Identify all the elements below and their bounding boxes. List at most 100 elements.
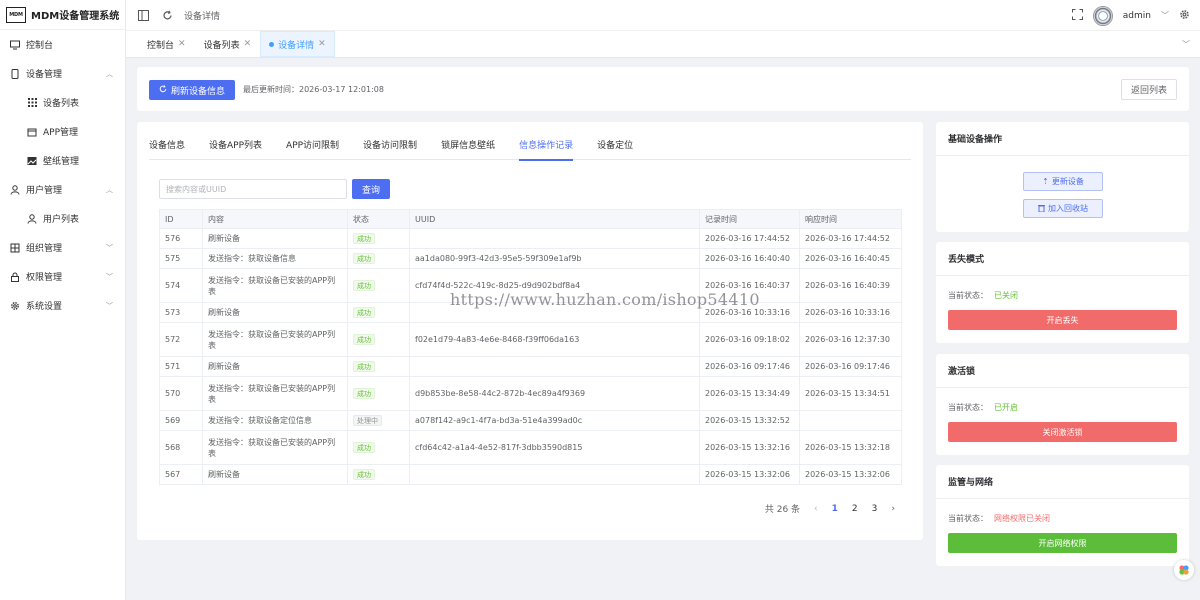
tab-device-detail[interactable]: 设备详情 ✕ bbox=[260, 31, 335, 57]
sidebar-item-device-mgmt[interactable]: 设备管理 ︿ bbox=[0, 59, 125, 88]
cell-recorded: 2026-03-16 17:44:52 bbox=[699, 228, 800, 249]
network-card: 监管与网络 当前状态： 网络权限已关闭 开启网络权限 bbox=[936, 465, 1189, 566]
assistant-icon[interactable] bbox=[1174, 560, 1194, 580]
sidebar-item-label: 壁纸管理 bbox=[43, 157, 80, 167]
chevron-down-icon[interactable]: ﹀ bbox=[1161, 10, 1169, 21]
user-name[interactable]: admin bbox=[1123, 11, 1151, 21]
trash-icon bbox=[1038, 204, 1045, 214]
tab-lockscreen[interactable]: 锁屏信息壁纸 bbox=[429, 138, 507, 160]
sidebar-item-user-list[interactable]: 用户列表 bbox=[0, 204, 125, 233]
page-1[interactable]: 1 bbox=[832, 504, 838, 514]
col-header-id: ID bbox=[159, 209, 203, 229]
refresh-device-button[interactable]: 刷新设备信息 bbox=[149, 80, 236, 100]
avatar[interactable] bbox=[1092, 5, 1113, 26]
cell-uuid: f02e1d79-4a83-4e6e-8468-f39ff06da163 bbox=[409, 322, 700, 357]
cell-id: 569 bbox=[159, 410, 203, 431]
card-title: 激活锁 bbox=[936, 354, 1189, 388]
cell-status: 处理中 bbox=[347, 410, 410, 431]
logo: MDM MDM设备管理系统 bbox=[0, 0, 125, 30]
tab-device-info[interactable]: 设备信息 bbox=[149, 138, 197, 160]
refresh-icon[interactable] bbox=[160, 8, 174, 22]
sidebar-item-wallpaper[interactable]: 壁纸管理 bbox=[0, 146, 125, 175]
cell-uuid: aa1da080-99f3-42d3-95e5-59f309e1af9b bbox=[409, 248, 700, 269]
cell-uuid: a078f142-a9c1-4f7a-bd3a-51e4a399ad0c bbox=[409, 410, 700, 431]
enable-lost-mode-button[interactable]: 开启丢失 bbox=[948, 310, 1177, 330]
sidebar-item-settings[interactable]: 系统设置 ﹀ bbox=[0, 291, 125, 320]
tab-location[interactable]: 设备定位 bbox=[585, 138, 645, 160]
col-header-recorded: 记录时间 bbox=[699, 209, 800, 229]
status-badge: 成功 bbox=[353, 280, 375, 291]
tab-operation-log[interactable]: 信息操作记录 bbox=[507, 138, 585, 161]
cell-content: 发送指令：获取设备定位信息 bbox=[202, 410, 348, 431]
status-label: 当前状态： bbox=[948, 514, 988, 523]
lock-icon bbox=[10, 272, 20, 282]
detail-tabs: 设备信息 设备APP列表 APP访问限制 设备访问限制 锁屏信息壁纸 信息操作记… bbox=[149, 138, 911, 161]
col-header-responded: 响应时间 bbox=[799, 209, 902, 229]
header-actions: admin ﹀ bbox=[1071, 0, 1190, 31]
tab-device-restrictions[interactable]: 设备访问限制 bbox=[351, 138, 429, 160]
prev-page-icon[interactable]: ‹ bbox=[814, 504, 818, 514]
status-badge: 成功 bbox=[353, 469, 375, 480]
cell-responded: 2026-03-15 13:32:06 bbox=[799, 464, 902, 485]
status-badge: 成功 bbox=[353, 388, 375, 399]
card-title: 监管与网络 bbox=[936, 465, 1189, 499]
sidebar-item-org-mgmt[interactable]: 组织管理 ﹀ bbox=[0, 233, 125, 262]
recycle-label: 加入回收站 bbox=[1048, 204, 1088, 213]
tab-device-apps[interactable]: 设备APP列表 bbox=[197, 138, 274, 160]
sidebar-item-label: 用户列表 bbox=[43, 215, 80, 225]
col-header-uuid: UUID bbox=[409, 209, 700, 229]
sidebar-item-device-list[interactable]: 设备列表 bbox=[0, 88, 125, 117]
update-device-button[interactable]: ⇡ 更新设备 bbox=[1023, 172, 1103, 191]
cell-status: 成功 bbox=[347, 322, 410, 357]
monitor-icon bbox=[10, 40, 20, 50]
sidebar-item-label: 控制台 bbox=[26, 41, 54, 51]
query-button[interactable]: 查询 bbox=[352, 179, 390, 199]
sidebar-item-label: 设备列表 bbox=[43, 99, 80, 109]
cell-content: 发送指令：获取设备已安装的APP列表 bbox=[202, 322, 348, 357]
sidebar-item-dashboard[interactable]: 控制台 bbox=[0, 30, 125, 59]
tab-device-list[interactable]: 设备列表 ✕ bbox=[195, 31, 261, 57]
collapse-sidebar-icon[interactable] bbox=[136, 8, 150, 22]
page-2[interactable]: 2 bbox=[852, 504, 858, 514]
status-label: 当前状态： bbox=[948, 403, 988, 412]
cell-recorded: 2026-03-15 13:32:52 bbox=[699, 410, 800, 431]
sidebar-item-app-mgmt[interactable]: APP管理 bbox=[0, 117, 125, 146]
status-badge: 成功 bbox=[353, 442, 375, 453]
cell-id: 570 bbox=[159, 376, 203, 411]
add-to-recycle-button[interactable]: 加入回收站 bbox=[1023, 199, 1103, 218]
cell-recorded: 2026-03-16 16:40:40 bbox=[699, 248, 800, 269]
cell-responded: 2026-03-15 13:34:51 bbox=[799, 376, 902, 411]
sidebar-item-label: 权限管理 bbox=[26, 273, 63, 283]
fullscreen-icon[interactable] bbox=[1071, 8, 1083, 23]
close-icon[interactable]: ✕ bbox=[244, 39, 252, 49]
table-row: 567 刷新设备 成功 2026-03-15 13:32:06 2026-03-… bbox=[159, 464, 902, 485]
sidebar-item-permissions[interactable]: 权限管理 ﹀ bbox=[0, 262, 125, 291]
search-input[interactable] bbox=[159, 179, 347, 199]
chevron-down-icon[interactable]: ﹀ bbox=[1182, 39, 1190, 50]
cell-responded bbox=[799, 410, 902, 431]
cell-responded: 2026-03-16 16:40:39 bbox=[799, 268, 902, 303]
close-icon[interactable]: ✕ bbox=[318, 39, 326, 49]
user-icon bbox=[27, 213, 37, 224]
gear-icon[interactable] bbox=[1179, 9, 1190, 23]
cell-content: 刷新设备 bbox=[202, 302, 348, 323]
table-row: 575 发送指令：获取设备信息 成功 aa1da080-99f3-42d3-95… bbox=[159, 248, 902, 269]
next-page-icon[interactable]: › bbox=[891, 504, 895, 514]
sidebar-item-label: APP管理 bbox=[43, 128, 79, 138]
back-to-list-button[interactable]: 返回列表 bbox=[1120, 79, 1177, 100]
cell-responded: 2026-03-16 12:37:30 bbox=[799, 322, 902, 357]
disable-activation-lock-button[interactable]: 关闭激活锁 bbox=[948, 422, 1177, 442]
page-3[interactable]: 3 bbox=[872, 504, 878, 514]
tab-label: 设备列表 bbox=[203, 40, 240, 51]
logo-mark: MDM bbox=[6, 6, 26, 23]
close-icon[interactable]: ✕ bbox=[178, 39, 186, 49]
sidebar-item-user-mgmt[interactable]: 用户管理 ︿ bbox=[0, 175, 125, 204]
cell-status: 成功 bbox=[347, 356, 410, 377]
tab-dashboard[interactable]: 控制台 ✕ bbox=[138, 31, 195, 57]
last-update-time: 最后更新时间：2026-03-17 12:01:08 bbox=[243, 85, 384, 94]
table-row: 569 发送指令：获取设备定位信息 处理中 a078f142-a9c1-4f7a… bbox=[159, 410, 902, 431]
enable-network-button[interactable]: 开启网络权限 bbox=[948, 533, 1177, 553]
chevron-up-icon: ︿ bbox=[106, 185, 113, 194]
activation-lock-card: 激活锁 当前状态： 已开启 关闭激活锁 bbox=[936, 354, 1189, 455]
tab-app-restrictions[interactable]: APP访问限制 bbox=[274, 138, 351, 160]
